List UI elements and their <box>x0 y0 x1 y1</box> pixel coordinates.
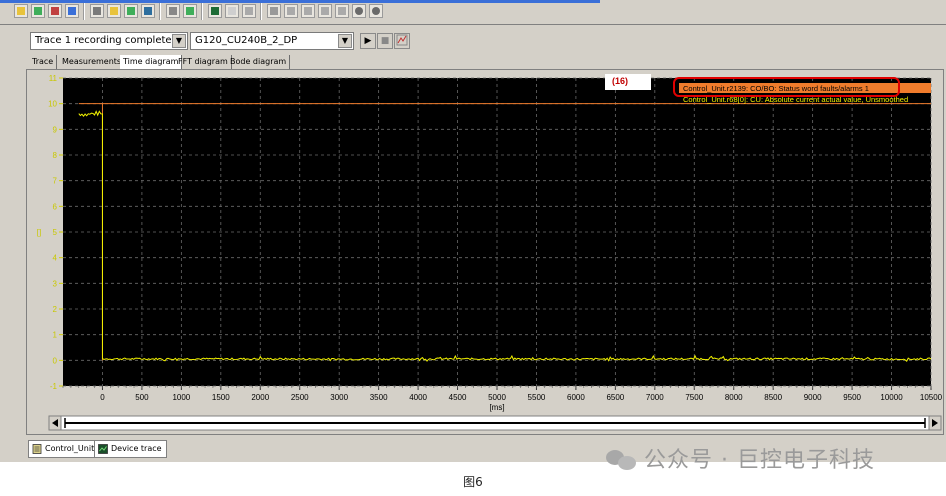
tab-control-unit[interactable]: Control_Unit <box>28 440 100 458</box>
x-tick-label: 5000 <box>488 393 506 402</box>
tab-trace[interactable]: Trace <box>29 55 58 69</box>
x-tick-label: 8500 <box>764 393 782 402</box>
color-icon[interactable] <box>335 4 349 18</box>
y-tick-label: -1 <box>50 382 58 391</box>
x-tick-label: 6000 <box>567 393 585 402</box>
y-tick-label: 6 <box>53 202 58 211</box>
x-tick-label: 9000 <box>804 393 822 402</box>
x-tick-label: 1500 <box>212 393 230 402</box>
x-tick-label: 6500 <box>606 393 624 402</box>
settings-icon[interactable] <box>242 4 256 18</box>
y-tick-label: 8 <box>53 151 58 160</box>
signal-icon[interactable] <box>31 4 45 18</box>
x-tick-label: 5500 <box>528 393 546 402</box>
zoom-icon[interactable] <box>107 4 121 18</box>
application-window: Trace 1 recording completed ▼ G120_CU240… <box>0 0 946 462</box>
x-tick-label: 2500 <box>291 393 309 402</box>
tab-bode-diagram[interactable]: Bode diagram <box>227 55 291 69</box>
y-axis-label: [] <box>37 228 41 237</box>
marker-icon[interactable] <box>284 4 298 18</box>
device-trace-icon <box>98 444 108 454</box>
device-name-text: G120_CU240B_2_DP <box>195 35 298 46</box>
watermark-text: 公众号 · 巨控电子科技 <box>644 448 875 473</box>
x-tick-label: 3000 <box>330 393 348 402</box>
y-tick-label: 0 <box>53 356 58 365</box>
tab-measurements[interactable]: Measurements <box>59 55 126 69</box>
device-combo[interactable]: G120_CU240B_2_DP ▼ <box>190 32 354 50</box>
x-tick-label: 10000 <box>880 393 903 402</box>
y-tick-label: 1 <box>53 331 58 340</box>
x-tick-label: 1000 <box>172 393 190 402</box>
chevron-down-icon[interactable]: ▼ <box>338 34 352 48</box>
trigger-icon[interactable] <box>48 4 62 18</box>
chart-icon[interactable] <box>208 4 222 18</box>
x-tick-label: 500 <box>135 393 149 402</box>
scale-icon[interactable] <box>318 4 332 18</box>
y-tick-label: 7 <box>53 177 58 186</box>
stop-icon[interactable] <box>352 4 366 18</box>
title-bar-strip <box>0 0 600 3</box>
stop-button[interactable]: ■ <box>377 33 393 49</box>
toolbar-separator <box>201 3 203 20</box>
time-diagram-chart: -1 0 1 2 3 4 5 6 7 8 9 10 11 0 500 1000 1500 2000 2500 3000… <box>37 74 943 431</box>
x-tick-label: 7500 <box>685 393 703 402</box>
trace-status-text: Trace 1 recording completed <box>35 35 178 46</box>
time-diagram-panel: -1 0 1 2 3 4 5 6 7 8 9 10 11 0 500 1000 1500 2000 2500 3000… <box>26 69 944 435</box>
y-tick-label: 3 <box>53 279 58 288</box>
wechat-logo-icon <box>606 448 640 470</box>
tab-fft-diagram[interactable]: FFT diagram <box>175 55 232 69</box>
y-tick-label: 11 <box>49 74 58 83</box>
annotation-label: (16) <box>612 76 628 86</box>
print-icon[interactable] <box>166 4 180 18</box>
cursor-icon[interactable] <box>90 4 104 18</box>
y-tick-label: 9 <box>53 125 58 134</box>
tab-device-trace-label: Device trace <box>111 444 162 453</box>
export-icon[interactable] <box>183 4 197 18</box>
x-tick-label: 4500 <box>449 393 467 402</box>
x-tick-label: 7000 <box>646 393 664 402</box>
trace-config-icon[interactable] <box>14 4 28 18</box>
x-tick-label: 10500 <box>920 393 943 402</box>
toolbar-separator <box>159 3 161 20</box>
fit-icon[interactable] <box>124 4 138 18</box>
trace-status-combo[interactable]: Trace 1 recording completed ▼ <box>30 32 188 50</box>
x-axis-label: [ms] <box>489 403 504 412</box>
y-tick-label: 5 <box>53 228 58 237</box>
circle-icon[interactable] <box>369 4 383 18</box>
record-icon[interactable] <box>65 4 79 18</box>
figure-caption: 图6 <box>463 475 483 489</box>
x-tick-label: 3500 <box>370 393 388 402</box>
x-tick-label: 2000 <box>251 393 269 402</box>
y-tick-label: 2 <box>53 305 58 314</box>
x-tick-label: 0 <box>100 393 105 402</box>
chevron-down-icon[interactable]: ▼ <box>172 34 186 48</box>
play-button[interactable]: ▶ <box>360 33 376 49</box>
compare-icon[interactable] <box>301 4 315 18</box>
trace-settings-icon[interactable] <box>394 33 410 49</box>
tab-device-trace[interactable]: Device trace <box>94 440 167 458</box>
y-tick-label: 4 <box>53 254 58 263</box>
snapshot-icon[interactable] <box>267 4 281 18</box>
toolbar <box>0 0 946 25</box>
tab-control-unit-label: Control_Unit <box>45 444 95 453</box>
tab-time-diagram[interactable]: Time diagram <box>120 55 183 69</box>
x-tick-label: 9500 <box>843 393 861 402</box>
toolbar-separator <box>260 3 262 20</box>
legend-item-status-word: Control_Unit.r2139: CO/BO: Status word f… <box>683 84 869 93</box>
trace-control-row: Trace 1 recording completed ▼ G120_CU240… <box>0 29 946 53</box>
watermark: 公众号 · 巨控电子科技 <box>606 442 875 474</box>
x-tick-label: 8000 <box>725 393 743 402</box>
toolbar-separator <box>83 3 85 20</box>
x-tick-label: 4000 <box>409 393 427 402</box>
control-unit-icon <box>32 444 42 454</box>
measure-icon[interactable] <box>141 4 155 18</box>
grid-icon[interactable] <box>225 4 239 18</box>
y-tick-label: 10 <box>48 100 57 109</box>
